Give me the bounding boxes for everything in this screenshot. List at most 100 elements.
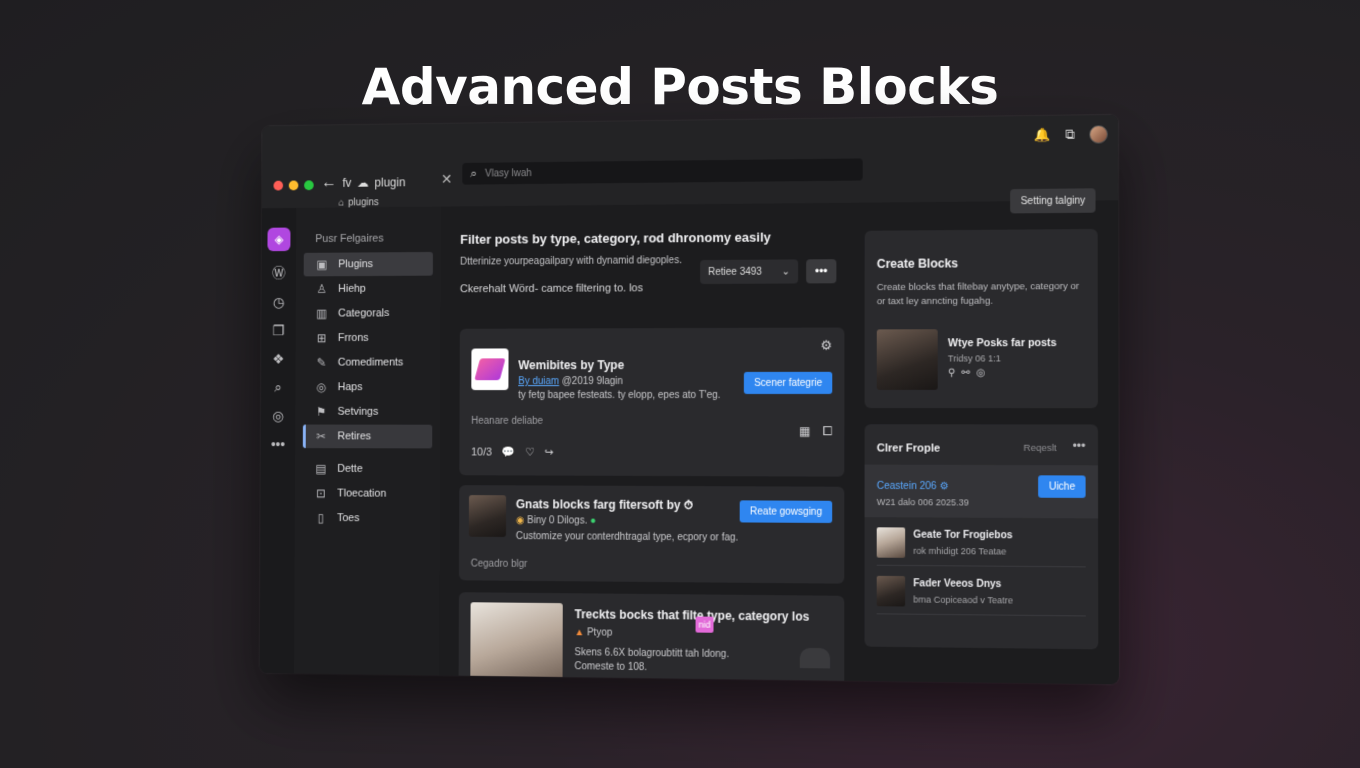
sidebar-item-retires[interactable]: ✂ Retires xyxy=(303,425,432,449)
sidebar-item-categorals[interactable]: ▥ Categorals xyxy=(303,301,432,325)
globe-icon[interactable]: ◎ xyxy=(268,408,287,425)
maximize-window-button[interactable] xyxy=(304,180,314,190)
tag-badge: nid xyxy=(696,616,714,632)
close-window-button[interactable] xyxy=(273,181,283,191)
app-window-frame: ← fv ☁ plugin ⌂ plugins ✕ ⌕ Vlasy lwah 🔔… xyxy=(260,115,1120,685)
list-item-sub: rok mhidigt 206 Teatae xyxy=(913,546,1006,557)
back-arrow-icon[interactable]: ← xyxy=(321,174,336,192)
titlebar: ← fv ☁ plugin ⌂ plugins ✕ ⌕ Vlasy lwah 🔔… xyxy=(262,115,1118,208)
highlighted-link-text: Ceastein 206 xyxy=(877,481,937,492)
highlighted-link[interactable]: Ceastein 206 ⚙ xyxy=(877,481,949,492)
sidebar-item-label: Frrons xyxy=(338,332,369,344)
post-card[interactable]: Treckts bocks that filte type, category … xyxy=(458,592,844,684)
stats-count: 10/3 xyxy=(471,446,492,458)
list-item[interactable]: Geate Tor Frogiebos rok mhidigt 206 Teat… xyxy=(877,525,1086,567)
tab-title-text: fv xyxy=(342,176,351,190)
gear-icon[interactable]: ⚙ xyxy=(821,338,833,354)
tab-title[interactable]: fv ☁ plugin xyxy=(342,175,405,189)
bookmark-icon[interactable]: ⧠ xyxy=(823,424,833,439)
cloud-icon: ☁ xyxy=(357,176,369,190)
plugin-thumbnail xyxy=(471,348,508,390)
card-note: Heanare deliabe xyxy=(471,416,543,427)
search-icon[interactable]: ⌕ xyxy=(269,379,288,396)
highlighted-button[interactable]: Uiche xyxy=(1039,475,1086,498)
sidebar-item-setvings[interactable]: ⚑ Setvings xyxy=(303,400,432,424)
panel-item-title[interactable]: Wtye Posks far posts xyxy=(948,337,1057,349)
sidebar-item-haps[interactable]: ◎ Haps xyxy=(303,375,432,399)
people-panel: Clrer Frople Reqeslt ••• Ceastein 206 ⚙ … xyxy=(865,424,1099,649)
link-icon[interactable]: ⚯ xyxy=(962,368,971,379)
filter-select-value: Retiee 3493 xyxy=(708,266,762,277)
request-link[interactable]: Reqeslt xyxy=(1023,443,1056,454)
avatar[interactable] xyxy=(1089,125,1108,144)
more-icon[interactable]: ••• xyxy=(268,436,287,452)
share-icon[interactable]: ⧉ xyxy=(1065,127,1075,143)
post-card[interactable]: Gnats blocks farg fitersoft by ⏱ ◉ Biny … xyxy=(459,485,844,584)
sidebar-item-label: Tloecation xyxy=(337,488,386,500)
pin-icon[interactable]: ⚲ xyxy=(948,368,955,379)
bell-icon[interactable]: 🔔 xyxy=(1034,127,1051,143)
sidebar-item-label: Haps xyxy=(338,381,363,393)
tab-title-brand: plugin xyxy=(375,175,406,189)
sidebar-item-hiehp[interactable]: ♙ Hiehp xyxy=(304,277,433,301)
sidebar-item-label: Setvings xyxy=(338,406,379,418)
search-bar[interactable]: ⌕ Vlasy lwah xyxy=(462,158,862,184)
sidebar-item-comediments[interactable]: ✎ Comediments xyxy=(303,351,432,375)
more-options-button[interactable]: ••• xyxy=(806,259,836,283)
sidebar-item-label: Dette xyxy=(337,463,362,475)
card-description: Customize your conterdhtragal type, ecpo… xyxy=(516,531,738,543)
minimize-window-button[interactable] xyxy=(289,180,299,190)
grid-icon[interactable]: ❖ xyxy=(269,351,288,368)
pin-icon: ✎ xyxy=(315,356,329,370)
card-primary-button[interactable]: Scener fategrie xyxy=(744,372,832,394)
user-icon: ♙ xyxy=(315,282,329,296)
share-icon[interactable]: ↪ xyxy=(544,446,553,459)
card-note: Cegadro blgr xyxy=(471,559,528,570)
clock-icon[interactable]: ◷ xyxy=(269,294,288,311)
more-icon[interactable]: ••• xyxy=(1073,439,1086,453)
box-icon: ⊡ xyxy=(314,486,328,500)
setting-button[interactable]: Setting talginy xyxy=(1010,188,1095,213)
author-link[interactable]: By duiam xyxy=(518,376,559,387)
plugin-icon: ▣ xyxy=(315,258,328,272)
card-description: Skens 6.6X bolagroubtitt tah ldong. xyxy=(574,647,729,660)
post-card[interactable]: ⚙ Wemibites by Type By duiam @2019 9lagi… xyxy=(459,327,844,476)
sidebar-item-frrons[interactable]: ⊞ Frrons xyxy=(303,326,432,350)
icon-rail: ◈ Ⓦ ◷ ❐ ❖ ⌕ ◎ ••• xyxy=(260,208,297,674)
comment-icon[interactable]: 💬 xyxy=(502,446,515,459)
status-green-icon: ● xyxy=(590,516,596,527)
sidebar-item-dette[interactable]: ▤ Dette xyxy=(303,457,432,481)
sidebar-item-label: Comediments xyxy=(338,357,404,369)
globe-icon[interactable]: ◎ xyxy=(976,368,985,379)
card-meta-text: Biny 0 Dilogs. xyxy=(527,515,587,526)
fire-icon: ▲ xyxy=(574,627,584,638)
filter-select[interactable]: Retiee 3493 ⌄ xyxy=(700,259,798,284)
right-column: Create Blocks Create blocks that filteba… xyxy=(864,229,1098,684)
card-title: Wemibites by Type xyxy=(518,358,624,372)
panel-item-sub: Tridsy 06 1:1 xyxy=(948,353,1001,363)
app-window: ← fv ☁ plugin ⌂ plugins ✕ ⌕ Vlasy lwah 🔔… xyxy=(260,115,1120,685)
search-icon: ⌕ xyxy=(470,166,477,182)
highlighted-row[interactable]: Ceastein 206 ⚙ W21 dalo 006 2025.39 Uich… xyxy=(865,465,1099,519)
close-tab-icon[interactable]: ✕ xyxy=(441,171,452,188)
list-item[interactable]: Fader Veeos Dnys bma Copiceaod v Teatre xyxy=(877,574,1086,617)
post-photo xyxy=(470,602,563,684)
card-round-button[interactable] xyxy=(800,648,830,669)
sidebar-item-label: Retires xyxy=(337,430,371,442)
settings-icon: ⚙ xyxy=(939,481,948,492)
heart-icon[interactable]: ♡ xyxy=(525,446,535,459)
list-item-photo xyxy=(877,576,905,607)
pages-icon[interactable]: ❐ xyxy=(269,323,288,340)
card-primary-button[interactable]: Reate gowsging xyxy=(740,500,832,523)
flag-icon: ⚑ xyxy=(314,405,328,419)
plugin-logo-icon[interactable]: ◈ xyxy=(267,228,290,252)
sidebar: Pusr Felgaires ▣ Plugins ♙ Hiehp ▥ Categ… xyxy=(294,207,441,676)
wordpress-icon[interactable]: Ⓦ xyxy=(269,263,288,283)
list-item-title: Fader Veeos Dnys xyxy=(913,578,1001,590)
card-title-text: Gnats blocks farg fitersoft by xyxy=(516,497,681,512)
sidebar-item-tloecation[interactable]: ⊡ Tloecation xyxy=(303,482,433,506)
sidebar-item-toes[interactable]: ▯ Toes xyxy=(302,506,432,530)
sidebar-item-plugins[interactable]: ▣ Plugins xyxy=(304,252,433,276)
list-item-photo xyxy=(877,527,905,558)
calendar-icon[interactable]: ▦ xyxy=(799,424,810,439)
